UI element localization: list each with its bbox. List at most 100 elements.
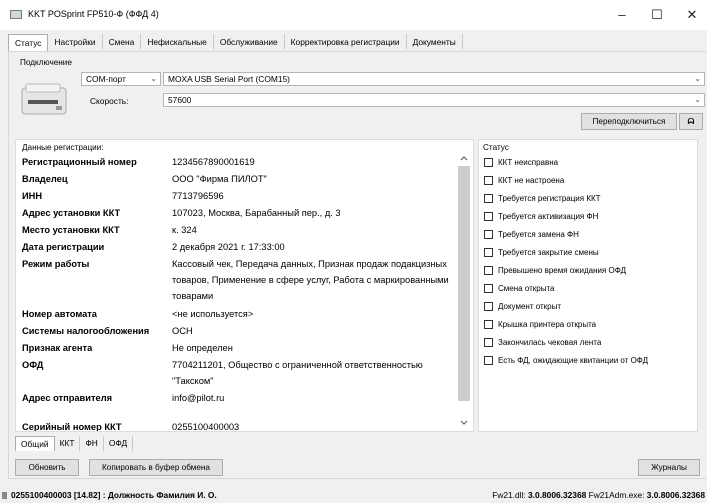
- checkbox-icon: [484, 158, 493, 167]
- close-button[interactable]: ✕: [677, 6, 707, 24]
- refresh-button[interactable]: Обновить: [15, 459, 79, 476]
- status-checkbox-label: Требуется закрытие смены: [498, 248, 599, 257]
- reg-key: Признак агента: [22, 343, 93, 353]
- reg-value: 2 декабря 2021 г. 17:33:00: [172, 242, 285, 252]
- reg-key: ИНН: [22, 191, 43, 201]
- reg-key: Номер автомата: [22, 309, 97, 319]
- reg-value: 1234567890001619: [172, 157, 255, 167]
- status-group-label: Статус: [483, 143, 509, 152]
- status-dll-label: Fw21.dll:: [492, 490, 529, 500]
- status-exe-version: 3.0.8006.32368: [646, 490, 705, 500]
- reg-value: ООО "Фирма ПИЛОТ": [172, 174, 267, 184]
- tab-nonfiscal[interactable]: Нефискальные: [141, 34, 214, 50]
- connection-group-label: Подключение: [20, 58, 72, 67]
- tab-fn[interactable]: ФН: [80, 436, 104, 451]
- status-checkbox[interactable]: Документ открыт: [484, 302, 561, 311]
- registration-group-label: Данные регистрации:: [22, 143, 104, 152]
- tab-registration-correction[interactable]: Корректировка регистрации: [285, 34, 407, 50]
- status-checkbox[interactable]: Требуется замена ФН: [484, 230, 579, 239]
- main-tabs: Статус Настройки Смена Нефискальные Обсл…: [8, 34, 463, 52]
- port-select[interactable]: MOXA USB Serial Port (COM15) ⌄: [163, 72, 705, 86]
- speed-label: Скорость:: [90, 96, 129, 106]
- status-checkbox[interactable]: Закончилась чековая лента: [484, 338, 601, 347]
- status-checkbox-label: Документ открыт: [498, 302, 562, 311]
- tab-settings[interactable]: Настройки: [48, 34, 103, 50]
- tab-general[interactable]: Общий: [15, 436, 55, 451]
- scrollbar-thumb[interactable]: [458, 166, 470, 401]
- status-bar: 0255100400003 [14.82] : Должность Фамили…: [0, 487, 707, 503]
- status-checkbox-label: Требуется активизация ФН: [498, 212, 599, 221]
- checkbox-icon: [484, 320, 493, 329]
- tab-kkt[interactable]: ККТ: [55, 436, 81, 451]
- reg-key: Место установки ККТ: [22, 225, 120, 235]
- reg-value: Не определен: [172, 343, 233, 353]
- status-right-text: Fw21.dll: 3.0.8006.32368 Fw21Adm.exe: 3.…: [492, 487, 705, 503]
- status-dll-version: 3.0.8006.32368: [528, 490, 587, 500]
- checkbox-icon: [484, 230, 493, 239]
- maximize-button[interactable]: ☐: [642, 6, 672, 24]
- status-checkbox-label: Закончилась чековая лента: [498, 338, 602, 347]
- status-left-text: 0255100400003 [14.82] : Должность Фамили…: [11, 490, 217, 500]
- reg-value: к. 324: [172, 225, 197, 235]
- checkbox-icon: [484, 338, 493, 347]
- status-checkbox-label: ККТ не настроена: [498, 176, 565, 185]
- reg-value: ОСН: [172, 326, 193, 336]
- tab-ofd[interactable]: ОФД: [104, 436, 134, 451]
- status-checkbox-label: Крышка принтера открыта: [498, 320, 597, 329]
- status-grip-icon: [2, 492, 7, 499]
- speed-select[interactable]: 57600 ⌄: [163, 93, 705, 107]
- journals-button[interactable]: Журналы: [638, 459, 700, 476]
- status-checkbox[interactable]: Крышка принтера открыта: [484, 320, 596, 329]
- checkbox-icon: [484, 356, 493, 365]
- status-checkbox-label: ККТ неисправна: [498, 158, 559, 167]
- reg-value: 0255100400003: [172, 422, 240, 432]
- tab-documents[interactable]: Документы: [407, 34, 463, 50]
- window-title: KKT POSprint FP510-Ф (ФФД 4): [28, 9, 159, 19]
- checkbox-icon: [484, 284, 493, 293]
- minimize-button[interactable]: –: [607, 6, 637, 24]
- reconnect-button[interactable]: Переподключиться: [581, 113, 677, 130]
- port-type-select[interactable]: COM-порт ⌄: [81, 72, 161, 86]
- tab-service[interactable]: Обслуживание: [214, 34, 285, 50]
- reg-value: 7713796596: [172, 191, 224, 201]
- status-checkbox-label: Требуется замена ФН: [498, 230, 579, 239]
- reg-value: info@pilot.ru: [172, 393, 225, 403]
- reg-key: Дата регистрации: [22, 242, 105, 252]
- status-checkbox-label: Смена открыта: [498, 284, 555, 293]
- status-checkbox[interactable]: Требуется активизация ФН: [484, 212, 598, 221]
- checkbox-icon: [484, 194, 493, 203]
- chevron-down-icon: ⌄: [694, 74, 701, 83]
- reg-key: Адрес установки ККТ: [22, 208, 121, 218]
- reg-key: ОФД: [22, 360, 44, 370]
- status-checkbox[interactable]: Смена открыта: [484, 284, 554, 293]
- status-checkbox[interactable]: ККТ не настроена: [484, 176, 564, 185]
- copy-to-clipboard-button[interactable]: Копировать в буфер обмена: [89, 459, 223, 476]
- status-checkbox-label: Превышено время ожидания ОФД: [498, 266, 627, 275]
- port-value: MOXA USB Serial Port (COM15): [168, 74, 290, 84]
- speed-value: 57600: [168, 95, 192, 105]
- tab-shift[interactable]: Смена: [103, 34, 142, 50]
- connection-extra-button[interactable]: ᗣ: [679, 113, 703, 130]
- reg-value: <не используется>: [172, 309, 254, 319]
- chevron-down-icon: ⌄: [150, 74, 157, 83]
- status-checkbox[interactable]: Требуется закрытие смены: [484, 248, 599, 257]
- registration-panel: Данные регистрации: Регистрационный номе…: [15, 139, 474, 432]
- status-checkbox[interactable]: Есть ФД, ожидающие квитанции от ОФД: [484, 356, 648, 365]
- reg-value: 107023, Москва, Барабанный пер., д. 3: [172, 208, 341, 218]
- tab-status[interactable]: Статус: [8, 34, 49, 52]
- printer-icon: [21, 83, 67, 115]
- status-checkbox[interactable]: Требуется регистрация ККТ: [484, 194, 601, 203]
- reg-key: Регистрационный номер: [22, 157, 137, 167]
- reg-key: Системы налогообложения: [22, 326, 150, 336]
- checkbox-icon: [484, 266, 493, 275]
- status-checkbox[interactable]: ККТ неисправна: [484, 158, 558, 167]
- checkbox-icon: [484, 248, 493, 257]
- checkbox-icon: [484, 212, 493, 221]
- reg-key: Режим работы: [22, 259, 90, 269]
- reg-value: Кассовый чек, Передача данных, Признак п…: [172, 259, 449, 301]
- checkbox-icon: [484, 302, 493, 311]
- status-checkbox[interactable]: Превышено время ожидания ОФД: [484, 266, 626, 275]
- app-icon: [10, 10, 22, 19]
- reg-key: Владелец: [22, 174, 68, 184]
- reg-key: Серийный номер ККТ: [22, 422, 122, 432]
